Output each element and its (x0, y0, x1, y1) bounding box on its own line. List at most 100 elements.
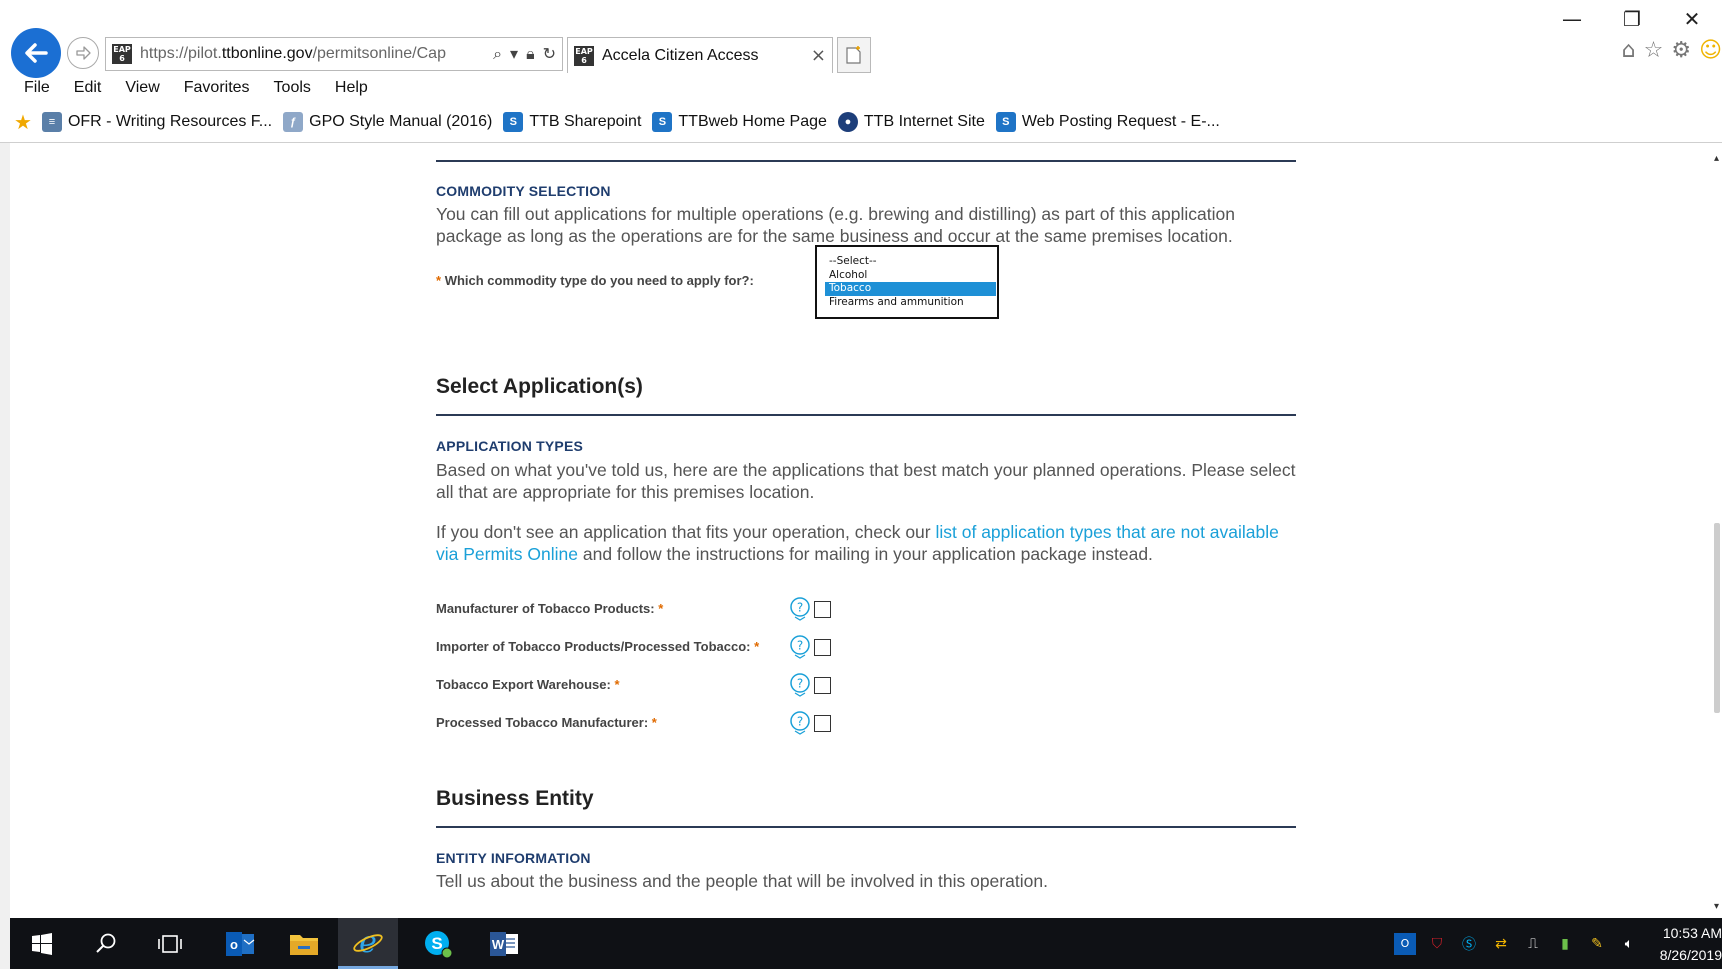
menu-edit[interactable]: Edit (62, 76, 114, 102)
menu-view[interactable]: View (113, 76, 171, 102)
commodity-option-tobacco[interactable]: Tobacco (825, 282, 996, 296)
battery-icon[interactable]: ▮ (1554, 933, 1576, 955)
required-marker: * (651, 715, 657, 730)
internet-explorer-icon[interactable]: e (338, 918, 398, 969)
add-to-favorites-bar-icon[interactable]: ★ (14, 110, 32, 134)
windows-start-icon[interactable] (12, 918, 72, 969)
new-tab-button[interactable] (837, 37, 871, 73)
refresh-icon[interactable]: ↻ (543, 44, 556, 64)
menu-help[interactable]: Help (323, 76, 380, 102)
outlook-icon[interactable]: o (210, 918, 270, 969)
svg-text:o: o (230, 937, 238, 952)
settings-gear-icon[interactable]: ⚙ (1671, 38, 1691, 63)
forward-button[interactable] (67, 37, 99, 69)
tobacco-export-warehouse-checkbox[interactable] (814, 677, 831, 694)
svg-text:?: ? (797, 715, 803, 729)
mcafee-icon[interactable]: ⛉ (1426, 933, 1448, 955)
commodity-option-select[interactable]: --Select-- (827, 255, 996, 269)
home-icon[interactable]: ⌂ (1622, 38, 1636, 63)
favorite-link[interactable]: ƒ GPO Style Manual (2016) (283, 112, 492, 132)
favorite-link[interactable]: S TTBweb Home Page (652, 112, 827, 132)
url-text[interactable]: https://pilot.ttbonline.gov/permitsonlin… (140, 45, 487, 63)
dropdown-arrow-icon[interactable]: ▾ (510, 44, 518, 64)
url-prefix: https://pilot. (140, 45, 222, 62)
site-favicon-icon: EAP 6 (112, 44, 132, 64)
address-bar[interactable]: EAP 6 https://pilot.ttbonline.gov/permit… (105, 37, 563, 71)
favorite-label: GPO Style Manual (2016) (309, 113, 493, 130)
url-domain: ttbonline.gov (221, 45, 313, 62)
skype-tray-icon[interactable]: Ⓢ (1458, 933, 1480, 955)
close-window-button[interactable]: ✕ (1662, 4, 1722, 34)
application-option-label: Importer of Tobacco Products/Processed T… (436, 639, 760, 654)
outlook-tray-icon[interactable]: O (1394, 932, 1416, 955)
new-tab-icon (846, 46, 861, 64)
processed-tobacco-manufacturer-checkbox[interactable] (814, 715, 831, 732)
search-icon[interactable]: ⌕ (493, 44, 502, 64)
select-applications-title: Select Application(s) (436, 375, 643, 398)
sync-icon[interactable]: ⇄ (1490, 933, 1512, 955)
favorite-link[interactable]: ≡ OFR - Writing Resources F... (41, 112, 273, 132)
restore-button[interactable]: ❐ (1602, 4, 1662, 34)
word-icon[interactable]: W (474, 918, 534, 969)
minimize-button[interactable]: — (1542, 4, 1602, 34)
file-explorer-icon[interactable] (274, 918, 334, 969)
task-view-icon[interactable] (140, 918, 200, 969)
clock-time: 10:53 AM (1662, 924, 1722, 941)
sharepoint-icon: S (503, 112, 524, 132)
document-icon: ≡ (41, 112, 62, 132)
manufacturer-of-tobacco-products-checkbox[interactable] (814, 601, 831, 618)
menu-file[interactable]: File (12, 76, 62, 102)
help-icon[interactable]: ? (789, 672, 811, 698)
application-option-label: Manufacturer of Tobacco Products: * (436, 601, 664, 616)
importer-of-tobacco-products-checkbox[interactable] (814, 639, 831, 656)
application-option-row: Processed Tobacco Manufacturer: * ? (436, 710, 1296, 736)
scrollbar-thumb[interactable] (1714, 523, 1720, 713)
notes-icon[interactable]: ✎ (1586, 933, 1608, 955)
help-icon[interactable]: ? (789, 634, 811, 660)
menu-tools[interactable]: Tools (262, 76, 323, 102)
commodity-type-listbox[interactable]: --Select-- Alcohol Tobacco Firearms and … (815, 245, 999, 319)
favorite-link[interactable]: ● TTB Internet Site (837, 112, 985, 132)
sharepoint-icon: S (652, 112, 673, 132)
favorites-star-icon[interactable]: ☆ (1644, 38, 1664, 63)
taskbar-clock[interactable]: 10:53 AM 8/26/2019 (1650, 922, 1722, 966)
taskbar-left-edge (0, 918, 10, 969)
back-button[interactable] (11, 28, 61, 78)
page-viewport[interactable]: COMMODITY SELECTION You can fill out app… (0, 143, 1722, 918)
tab-close-icon[interactable]: × (811, 45, 826, 66)
application-option-row: Importer of Tobacco Products/Processed T… (436, 634, 1296, 660)
svg-text:?: ? (797, 601, 803, 615)
entity-information-heading: ENTITY INFORMATION (436, 850, 591, 866)
favorite-link[interactable]: S TTB Sharepoint (503, 112, 641, 132)
note-text-after: and follow the instructions for mailing … (578, 544, 1153, 564)
favorite-label: OFR - Writing Resources F... (67, 113, 273, 130)
help-icon[interactable]: ? (789, 710, 811, 736)
scroll-down-icon[interactable]: ▾ (1714, 901, 1719, 912)
scroll-up-icon[interactable]: ▴ (1714, 153, 1719, 164)
url-path: /permitsonline/Cap (312, 45, 446, 62)
svg-text:e: e (359, 926, 377, 958)
usb-device-icon[interactable]: ⎍ (1522, 933, 1544, 955)
svg-text:S: S (431, 934, 442, 953)
section-divider (436, 160, 1296, 162)
entity-information-description: Tell us about the business and the peopl… (436, 871, 1048, 891)
help-icon[interactable]: ? (789, 596, 811, 622)
required-marker: * (754, 639, 760, 654)
search-icon[interactable] (76, 918, 136, 969)
browser-tab[interactable]: EAP 6 Accela Citizen Access × (567, 37, 833, 73)
section-divider (436, 826, 1296, 828)
application-option-row: Tobacco Export Warehouse: * ? (436, 672, 1296, 698)
application-option-label: Tobacco Export Warehouse: * (436, 677, 620, 692)
menu-favorites[interactable]: Favorites (172, 76, 262, 102)
favorite-label: TTBweb Home Page (678, 113, 827, 130)
vertical-scrollbar[interactable]: ▴ ▾ (1708, 143, 1722, 918)
feedback-smiley-icon[interactable]: ☺ (1699, 38, 1722, 63)
volume-icon[interactable]: 🔈︎ (1618, 933, 1640, 955)
lock-icon[interactable]: 🔒︎ (526, 44, 535, 64)
commodity-option-firearms[interactable]: Firearms and ammunition (827, 296, 996, 310)
favorite-link[interactable]: S Web Posting Request - E-... (995, 112, 1220, 132)
business-entity-title: Business Entity (436, 787, 594, 810)
svg-text:?: ? (797, 677, 803, 691)
skype-icon[interactable]: S (408, 918, 468, 969)
commodity-option-alcohol[interactable]: Alcohol (827, 269, 996, 283)
